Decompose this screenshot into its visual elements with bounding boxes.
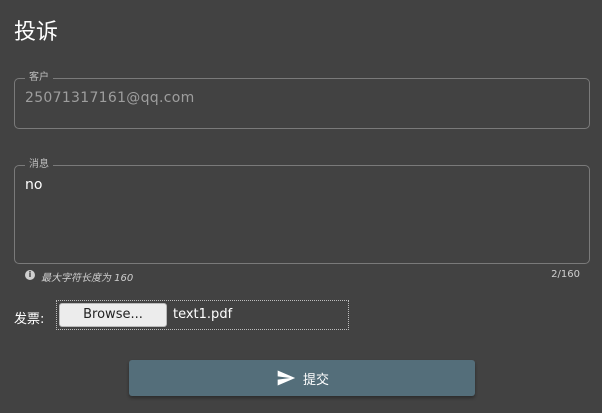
- invoice-row: 发票: Browse... text1.pdf: [14, 300, 354, 330]
- file-name: text1.pdf: [173, 307, 233, 322]
- file-input[interactable]: Browse... text1.pdf: [56, 300, 349, 330]
- invoice-label: 发票:: [14, 312, 45, 327]
- message-input[interactable]: no: [25, 177, 579, 193]
- customer-field[interactable]: 客户 25071317161@qq.com: [14, 72, 590, 129]
- customer-value: 25071317161@qq.com: [25, 90, 195, 106]
- send-icon: [277, 370, 296, 386]
- submit-label: 提交: [302, 372, 329, 388]
- submit-button[interactable]: 提交: [129, 360, 475, 396]
- page-title: 投诉: [14, 20, 59, 45]
- info-icon: i: [25, 270, 35, 280]
- character-counter: 2/160: [551, 269, 580, 280]
- message-field[interactable]: 消息 no: [14, 159, 590, 264]
- message-hint: 最大字符长度为 160: [41, 273, 134, 284]
- message-hint-row: i 最大字符长度为 160 2/160: [25, 269, 580, 284]
- customer-label: 客户: [29, 72, 49, 83]
- message-label: 消息: [29, 159, 49, 170]
- browse-button[interactable]: Browse...: [59, 303, 167, 327]
